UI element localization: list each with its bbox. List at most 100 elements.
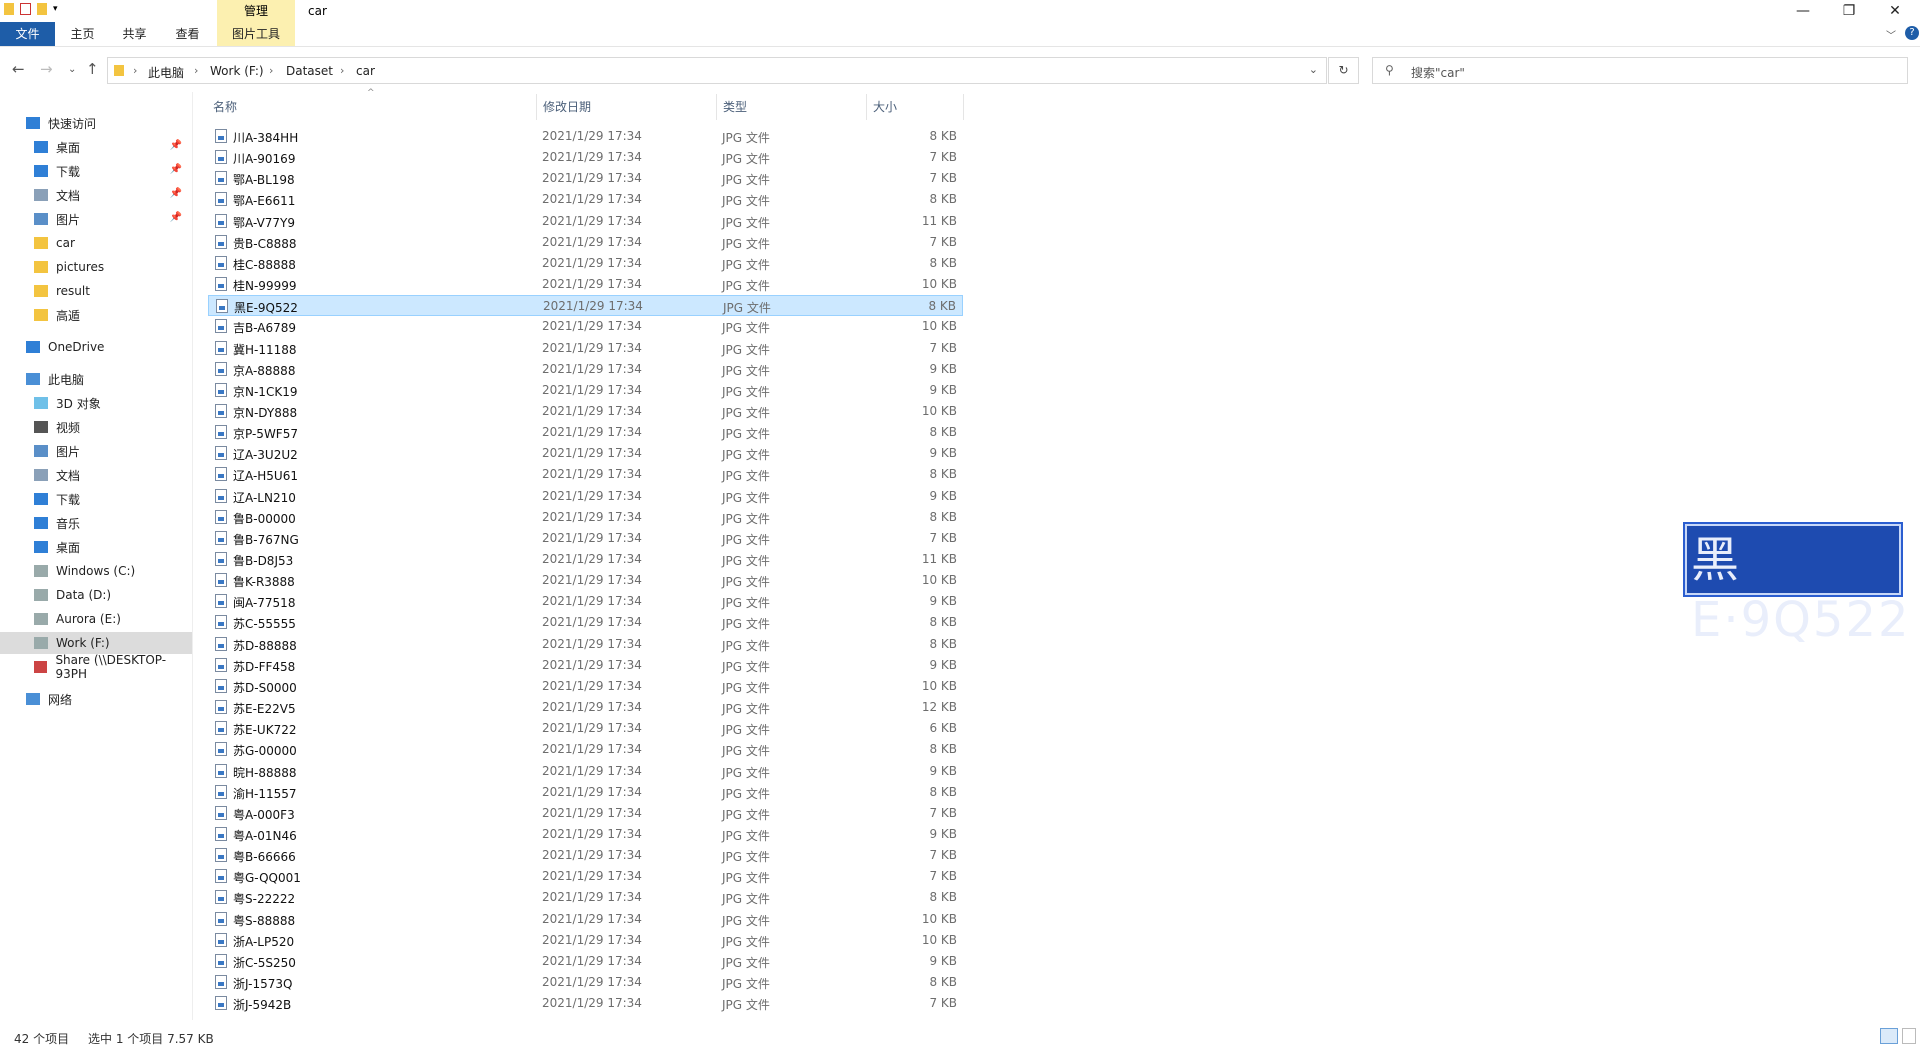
- search-box[interactable]: ⚲ 搜索"car": [1372, 57, 1908, 84]
- table-row[interactable]: 京P-5WF57 2021/1/29 17:34 JPG 文件 8 KB: [208, 422, 963, 443]
- table-row[interactable]: 贵B-C8888 2021/1/29 17:34 JPG 文件 7 KB: [208, 232, 963, 253]
- table-row[interactable]: 苏D-S0000 2021/1/29 17:34 JPG 文件 10 KB: [208, 676, 963, 697]
- address-dropdown-icon[interactable]: ⌄: [1309, 63, 1318, 76]
- breadcrumb-dataset[interactable]: Dataset: [286, 64, 333, 78]
- column-header-date[interactable]: 修改日期: [543, 98, 591, 120]
- tab-share[interactable]: 共享: [112, 22, 157, 46]
- search-input[interactable]: 搜索"car": [1411, 64, 1465, 81]
- nav-item[interactable]: 快速访问: [0, 112, 192, 134]
- column-header-type[interactable]: 类型: [723, 98, 747, 120]
- table-row[interactable]: 冀H-11188 2021/1/29 17:34 JPG 文件 7 KB: [208, 338, 963, 359]
- nav-item[interactable]: Data (D:): [0, 584, 192, 606]
- table-row[interactable]: 京A-88888 2021/1/29 17:34 JPG 文件 9 KB: [208, 359, 963, 380]
- nav-item[interactable]: 网络: [0, 688, 192, 710]
- table-row[interactable]: 苏G-00000 2021/1/29 17:34 JPG 文件 8 KB: [208, 739, 963, 760]
- table-row[interactable]: 苏C-55555 2021/1/29 17:34 JPG 文件 8 KB: [208, 612, 963, 633]
- table-row[interactable]: 鄂A-BL198 2021/1/29 17:34 JPG 文件 7 KB: [208, 168, 963, 189]
- table-row[interactable]: 浙J-5942B 2021/1/29 17:34 JPG 文件 7 KB: [208, 993, 963, 1014]
- table-row[interactable]: 京N-1CK19 2021/1/29 17:34 JPG 文件 9 KB: [208, 380, 963, 401]
- table-row[interactable]: 桂C-88888 2021/1/29 17:34 JPG 文件 8 KB: [208, 253, 963, 274]
- column-header-name[interactable]: 名称: [213, 98, 237, 120]
- minimize-button[interactable]: —: [1780, 0, 1826, 22]
- table-row[interactable]: 鲁K-R3888 2021/1/29 17:34 JPG 文件 10 KB: [208, 570, 963, 591]
- table-row[interactable]: 鄂A-V77Y9 2021/1/29 17:34 JPG 文件 11 KB: [208, 211, 963, 232]
- table-row[interactable]: 闽A-77518 2021/1/29 17:34 JPG 文件 9 KB: [208, 591, 963, 612]
- table-row[interactable]: 晥H-88888 2021/1/29 17:34 JPG 文件 9 KB: [208, 761, 963, 782]
- nav-item[interactable]: 3D 对象: [0, 392, 192, 414]
- tab-picture-tools[interactable]: 图片工具: [217, 22, 295, 46]
- table-row[interactable]: 粤S-22222 2021/1/29 17:34 JPG 文件 8 KB: [208, 887, 963, 908]
- restore-button[interactable]: ❐: [1826, 0, 1872, 22]
- nav-item[interactable]: 文档: [0, 464, 192, 486]
- table-row[interactable]: 辽A-LN210 2021/1/29 17:34 JPG 文件 9 KB: [208, 486, 963, 507]
- table-row[interactable]: 粤A-01N46 2021/1/29 17:34 JPG 文件 9 KB: [208, 824, 963, 845]
- expand-ribbon-icon[interactable]: ﹀: [1886, 27, 1896, 42]
- column-divider[interactable]: [716, 94, 717, 120]
- new-folder-icon[interactable]: [37, 3, 47, 15]
- table-row[interactable]: 吉B-A6789 2021/1/29 17:34 JPG 文件 10 KB: [208, 316, 963, 337]
- nav-item[interactable]: 文档 📌: [0, 184, 192, 206]
- nav-item[interactable]: 图片: [0, 440, 192, 462]
- table-row[interactable]: 京N-DY888 2021/1/29 17:34 JPG 文件 10 KB: [208, 401, 963, 422]
- table-row[interactable]: 粤B-66666 2021/1/29 17:34 JPG 文件 7 KB: [208, 845, 963, 866]
- nav-item[interactable]: car: [0, 232, 192, 254]
- manage-context-tab[interactable]: 管理: [217, 0, 295, 22]
- breadcrumb-car[interactable]: car: [356, 64, 375, 78]
- customize-dropdown-icon[interactable]: ▾: [53, 4, 58, 14]
- column-divider[interactable]: [963, 94, 964, 120]
- properties-icon[interactable]: [20, 3, 31, 15]
- table-row[interactable]: 鲁B-00000 2021/1/29 17:34 JPG 文件 8 KB: [208, 507, 963, 528]
- nav-item[interactable]: 高遁: [0, 304, 192, 326]
- up-arrow-icon[interactable]: ↑: [86, 60, 99, 78]
- large-icons-view-button[interactable]: [1902, 1028, 1916, 1044]
- details-view-button[interactable]: [1880, 1028, 1898, 1044]
- column-divider[interactable]: [866, 94, 867, 120]
- forward-arrow-icon[interactable]: →: [40, 60, 53, 78]
- table-row[interactable]: 粤A-000F3 2021/1/29 17:34 JPG 文件 7 KB: [208, 803, 963, 824]
- breadcrumb-this-pc[interactable]: 此电脑: [148, 64, 184, 81]
- table-row[interactable]: 浙J-1573Q 2021/1/29 17:34 JPG 文件 8 KB: [208, 972, 963, 993]
- table-row[interactable]: 黑E-9Q522 2021/1/29 17:34 JPG 文件 8 KB: [208, 295, 963, 317]
- nav-item[interactable]: 下载 📌: [0, 160, 192, 182]
- table-row[interactable]: 苏D-88888 2021/1/29 17:34 JPG 文件 8 KB: [208, 634, 963, 655]
- nav-item[interactable]: 桌面 📌: [0, 136, 192, 158]
- address-bar[interactable]: › 此电脑 › Work (F:) › Dataset › car ⌄: [107, 57, 1327, 84]
- nav-item[interactable]: OneDrive: [0, 336, 192, 358]
- table-row[interactable]: 粤S-88888 2021/1/29 17:34 JPG 文件 10 KB: [208, 909, 963, 930]
- table-row[interactable]: 川A-384HH 2021/1/29 17:34 JPG 文件 8 KB: [208, 126, 963, 147]
- nav-item[interactable]: 下载: [0, 488, 192, 510]
- table-row[interactable]: 苏E-UK722 2021/1/29 17:34 JPG 文件 6 KB: [208, 718, 963, 739]
- table-row[interactable]: 浙A-LP520 2021/1/29 17:34 JPG 文件 10 KB: [208, 930, 963, 951]
- table-row[interactable]: 苏D-FF458 2021/1/29 17:34 JPG 文件 9 KB: [208, 655, 963, 676]
- table-row[interactable]: 苏E-E22V5 2021/1/29 17:34 JPG 文件 12 KB: [208, 697, 963, 718]
- table-row[interactable]: 鲁B-D8J53 2021/1/29 17:34 JPG 文件 11 KB: [208, 549, 963, 570]
- nav-item[interactable]: 视频: [0, 416, 192, 438]
- close-button[interactable]: ✕: [1872, 0, 1918, 22]
- refresh-button[interactable]: ↻: [1328, 57, 1359, 84]
- column-divider[interactable]: [536, 94, 537, 120]
- table-row[interactable]: 川A-90169 2021/1/29 17:34 JPG 文件 7 KB: [208, 147, 963, 168]
- nav-item[interactable]: Work (F:): [0, 632, 192, 654]
- nav-item[interactable]: 音乐: [0, 512, 192, 534]
- tab-view[interactable]: 查看: [165, 22, 210, 46]
- recent-locations-icon[interactable]: ⌄: [68, 64, 76, 75]
- folder-icon[interactable]: [4, 3, 14, 15]
- tab-home[interactable]: 主页: [60, 22, 105, 46]
- nav-item[interactable]: Aurora (E:): [0, 608, 192, 630]
- table-row[interactable]: 鲁B-767NG 2021/1/29 17:34 JPG 文件 7 KB: [208, 528, 963, 549]
- back-arrow-icon[interactable]: ←: [12, 60, 25, 78]
- table-row[interactable]: 鄂A-E6611 2021/1/29 17:34 JPG 文件 8 KB: [208, 189, 963, 210]
- help-icon[interactable]: ?: [1905, 26, 1919, 40]
- table-row[interactable]: 渝H-11557 2021/1/29 17:34 JPG 文件 8 KB: [208, 782, 963, 803]
- tab-file[interactable]: 文件: [0, 22, 55, 46]
- table-row[interactable]: 浙C-5S250 2021/1/29 17:34 JPG 文件 9 KB: [208, 951, 963, 972]
- column-header-size[interactable]: 大小: [873, 98, 897, 120]
- breadcrumb-work-drive[interactable]: Work (F:): [210, 64, 264, 78]
- nav-item[interactable]: pictures: [0, 256, 192, 278]
- nav-item[interactable]: Share (\\DESKTOP-93PH: [0, 653, 192, 681]
- nav-item[interactable]: 图片 📌: [0, 208, 192, 230]
- table-row[interactable]: 桂N-99999 2021/1/29 17:34 JPG 文件 10 KB: [208, 274, 963, 295]
- table-row[interactable]: 辽A-H5U61 2021/1/29 17:34 JPG 文件 8 KB: [208, 464, 963, 485]
- nav-item[interactable]: 此电脑: [0, 368, 192, 390]
- table-row[interactable]: 辽A-3U2U2 2021/1/29 17:34 JPG 文件 9 KB: [208, 443, 963, 464]
